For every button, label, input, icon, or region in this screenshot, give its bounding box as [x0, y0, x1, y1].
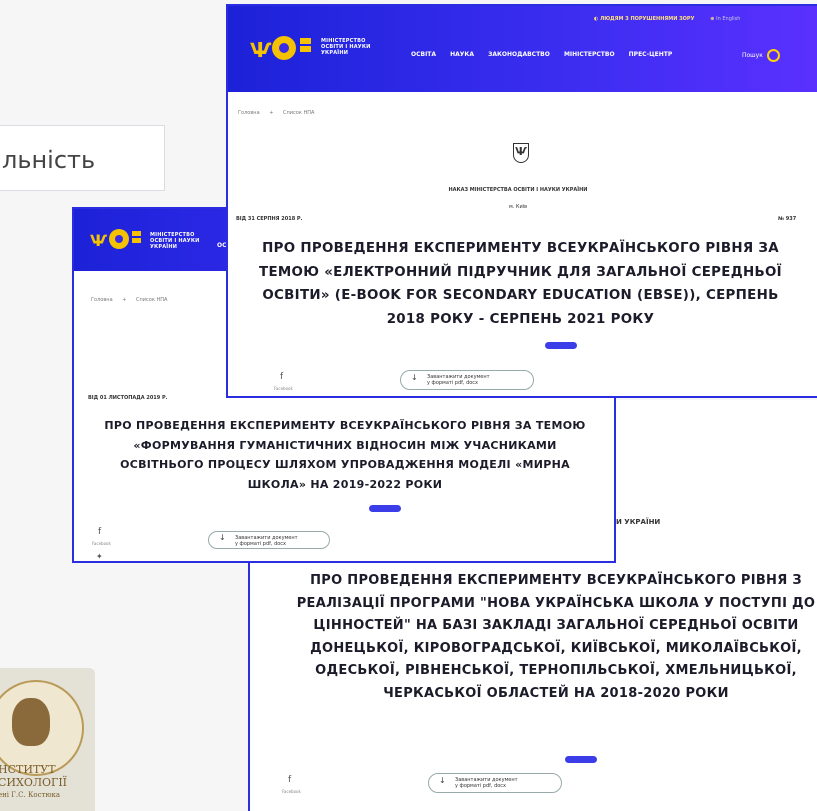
nav-item[interactable]: ОСВІТА [411, 51, 436, 58]
globe-icon: ⊕ [710, 16, 715, 22]
twitter-icon[interactable]: ✦ [96, 552, 103, 561]
download-sub: у форматі pdf, docx [455, 783, 507, 789]
crumb-sep: + [122, 297, 127, 303]
breadcrumb: Головна + Список НПА [238, 110, 314, 116]
download-document-button[interactable]: ↓ Завантажити документ у форматі pdf, doc… [428, 773, 562, 793]
portrait-icon [12, 698, 50, 746]
crumb-home[interactable]: Головна [238, 110, 260, 116]
accessibility-link[interactable]: ◐ ЛЮДЯМ З ПОРУШЕННЯМИ ЗОРУ ⊕ In English [594, 16, 740, 22]
search-label: Пошук [742, 52, 763, 59]
accessibility-label: ЛЮДЯМ З ПОРУШЕННЯМИ ЗОРУ [600, 16, 695, 22]
document-date: ВІД 01 ЛИСТОПАДА 2019 Р. [88, 395, 168, 401]
download-icon: ↓ [219, 533, 226, 542]
document-number: № 937 [778, 216, 797, 222]
facebook-label: Facebook [274, 386, 293, 391]
nav-item[interactable]: НАУКА [450, 51, 474, 58]
document-title: ПРО ПРОВЕДЕННЯ ЕКСПЕРИМЕНТУ ВСЕУКРАЇНСЬК… [296, 573, 816, 701]
search-button[interactable]: Пошук [742, 49, 780, 62]
nav-item[interactable]: ПРЕС-ЦЕНТР [629, 51, 673, 58]
document-title: ПРО ПРОВЕДЕННЯ ЕКСПЕРИМЕНТУ ВСЕУКРАЇНСЬК… [259, 241, 782, 327]
logo-bars-icon [300, 38, 311, 54]
ministry-name: МІНІСТЕРСТВО ОСВІТИ І НАУКИ УКРАЇНИ [321, 38, 371, 56]
crumb-list[interactable]: Список НПА [283, 110, 314, 116]
order-label-partial: И УКРАЇНИ [616, 518, 661, 526]
partial-label-box: льність [0, 125, 165, 191]
main-nav: ОСВІТА НАУКА ЗАКОНОДАВСТВО МІНІСТЕРСТВО … [411, 51, 684, 58]
trident-icon: Ѱ [90, 231, 108, 250]
logo-line2: СИХОЛОГІЇ [0, 776, 68, 789]
search-icon [766, 49, 780, 62]
eye-icon: ◐ [594, 16, 599, 22]
logo-bars-icon [132, 231, 141, 245]
breadcrumb: Головна + Список НПА [91, 297, 167, 303]
facebook-label: Facebook [282, 789, 301, 794]
coat-of-arms-icon: Ѱ [513, 143, 529, 163]
trident-icon: Ѱ [250, 38, 272, 62]
partial-label: льність [2, 146, 96, 174]
city: м. Київ [508, 204, 528, 210]
download-sub: у форматі pdf, docx [427, 380, 479, 386]
crumb-list[interactable]: Список НПА [136, 297, 167, 303]
nav-item[interactable]: МІНІСТЕРСТВО [564, 51, 615, 58]
crumb-sep: + [269, 110, 274, 116]
institute-logo: НСТИТУТ СИХОЛОГІЇ ені Г.С. Костюка [0, 668, 95, 811]
facebook-icon[interactable]: f [98, 527, 101, 537]
facebook-icon[interactable]: f [288, 775, 291, 785]
document-title: ПРО ПРОВЕДЕННЯ ЕКСПЕРИМЕНТУ ВСЕУКРАЇНСЬК… [104, 419, 586, 491]
download-sub: у форматі pdf, docx [235, 541, 287, 547]
new-badge [545, 342, 577, 349]
download-document-button[interactable]: ↓ Завантажити документ у форматі pdf, doc… [208, 531, 330, 549]
download-document-button[interactable]: ↓ Завантажити документ у форматі pdf, doc… [400, 370, 534, 390]
logo-o-icon [109, 229, 129, 249]
site-header: ◐ ЛЮДЯМ З ПОРУШЕННЯМИ ЗОРУ ⊕ In English … [228, 6, 817, 92]
nav-item[interactable]: ЗАКОНОДАВСТВО [488, 51, 550, 58]
lang-label[interactable]: In English [716, 16, 740, 22]
facebook-label: Facebook [92, 541, 111, 546]
logo-line3: ені Г.С. Костюка [0, 791, 61, 799]
logo-line1: НСТИТУТ [0, 763, 56, 776]
crumb-home[interactable]: Головна [91, 297, 113, 303]
new-badge [565, 756, 597, 763]
logo-o-icon [272, 36, 296, 60]
download-icon: ↓ [411, 373, 418, 382]
document-date: ВІД 31 СЕРПНЯ 2018 Р. [236, 216, 303, 222]
download-icon: ↓ [439, 776, 446, 785]
ministry-name: МІНІСТЕРСТВО ОСВІТИ І НАУКИ УКРАЇНИ [150, 232, 200, 250]
document-card-front: ◐ ЛЮДЯМ З ПОРУШЕННЯМИ ЗОРУ ⊕ In English … [226, 4, 817, 398]
order-label: НАКАЗ МІНІСТЕРСТВА ОСВІТИ І НАУКИ УКРАЇН… [448, 187, 588, 193]
new-badge [369, 505, 401, 512]
facebook-icon[interactable]: f [280, 372, 283, 382]
